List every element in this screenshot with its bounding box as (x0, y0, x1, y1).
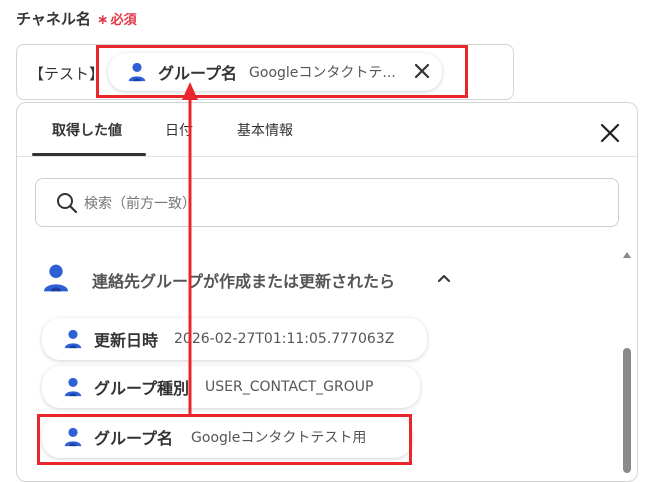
highlight-box-source-item (37, 414, 412, 465)
item-key: グループ種別 (94, 379, 190, 398)
item-value: 2026-02-27T01:11:05.777063Z (174, 331, 395, 347)
required-mark: ∗ (96, 12, 109, 28)
tab-fetched-values[interactable]: 取得した値 (52, 120, 122, 140)
person-icon (64, 329, 82, 349)
tab-basic-info[interactable]: 基本情報 (237, 120, 293, 140)
required-text: 必須 (110, 13, 137, 28)
close-icon[interactable] (598, 121, 622, 145)
arrow-up-icon (182, 82, 198, 416)
item-key: 更新日時 (94, 331, 159, 350)
tabs-divider (17, 156, 637, 157)
group-title[interactable]: 連絡先グループが作成または更新されたら (92, 268, 395, 292)
field-label: チャネル名 ∗ 必須 (16, 8, 137, 29)
highlight-box-selected-chip (96, 45, 468, 98)
field-label-text: チャネル名 (16, 10, 91, 28)
person-icon (64, 377, 82, 397)
scrollbar-thumb[interactable] (623, 348, 631, 473)
scroll-up-arrow-icon[interactable] (623, 252, 631, 258)
chevron-up-icon[interactable] (436, 270, 452, 286)
prefix-text: 【テスト】 (29, 65, 105, 83)
item-value: USER_CONTACT_GROUP (205, 379, 374, 395)
search-icon (57, 193, 78, 214)
person-icon (44, 264, 68, 292)
list-item[interactable]: グループ種別 USER_CONTACT_GROUP (42, 366, 420, 408)
list-item[interactable]: 更新日時 2026-02-27T01:11:05.777063Z (42, 318, 427, 360)
